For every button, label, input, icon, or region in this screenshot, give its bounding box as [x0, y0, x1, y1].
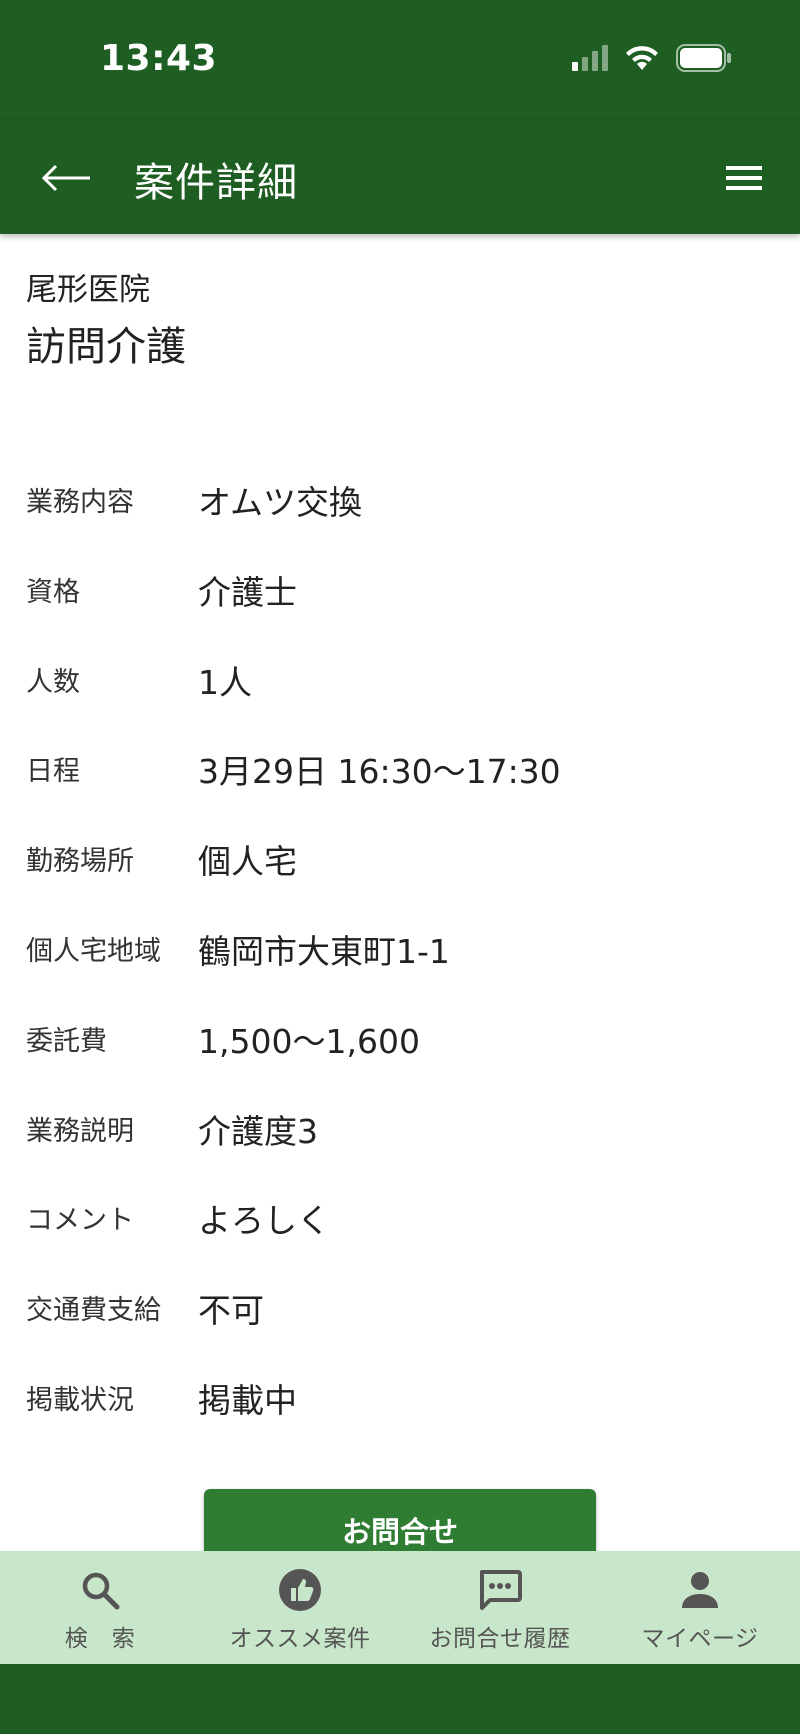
detail-label: 委託費	[26, 1025, 107, 1057]
detail-value: 介護士	[198, 572, 297, 612]
detail-row-description: 業務説明 介護度3	[0, 1085, 800, 1175]
nav-label: お問合せ履歴	[429, 1626, 571, 1652]
detail-row-task: 業務内容 オムツ交換	[0, 456, 800, 546]
search-icon	[80, 1567, 120, 1613]
detail-row-comment: コメント よろしく	[0, 1174, 800, 1264]
page-title: 案件詳細	[134, 160, 298, 206]
facility-name: 尾形医院	[26, 272, 150, 308]
detail-label: 人数	[26, 666, 80, 698]
detail-value: 1,500〜1,600	[198, 1021, 420, 1061]
detail-row-area: 個人宅地域 鶴岡市大東町1-1	[0, 905, 800, 995]
job-title: 訪問介護	[26, 324, 186, 370]
nav-item-mypage[interactable]: マイページ	[600, 1551, 800, 1664]
system-bottom-bar	[0, 1664, 800, 1734]
detail-label: コメント	[26, 1205, 134, 1237]
nav-label: オススメ案件	[229, 1626, 371, 1652]
nav-label: マイページ	[641, 1626, 759, 1652]
detail-row-workplace: 勤務場所 個人宅	[0, 815, 800, 905]
detail-value: 1人	[198, 662, 252, 702]
signal-icon	[572, 45, 608, 75]
arrow-left-icon	[41, 164, 90, 192]
nav-item-recommended[interactable]: オススメ案件	[200, 1551, 400, 1664]
detail-row-headcount: 人数 1人	[0, 636, 800, 726]
detail-value: オムツ交換	[198, 483, 363, 522]
detail-row-transport: 交通費支給 不可	[0, 1264, 800, 1354]
wifi-icon	[624, 44, 660, 76]
detail-label: 業務説明	[26, 1115, 134, 1147]
detail-row-status: 掲載状況 掲載中	[0, 1354, 800, 1444]
menu-button[interactable]	[714, 148, 774, 208]
detail-row-fee: 委託費 1,500〜1,600	[0, 995, 800, 1085]
battery-icon	[676, 44, 732, 76]
nav-item-search[interactable]: 検 索	[0, 1551, 200, 1664]
detail-label: 勤務場所	[26, 846, 134, 878]
detail-row-schedule: 日程 3月29日 16:30〜17:30	[0, 725, 800, 815]
detail-label: 業務内容	[26, 487, 134, 518]
app-bar: 案件詳細	[0, 120, 800, 234]
detail-value: よろしく	[198, 1201, 330, 1241]
detail-label: 資格	[26, 576, 80, 608]
detail-list: 業務内容 オムツ交換 資格 介護士 人数 1人 日程 3月29日 16:30〜1…	[0, 456, 800, 1444]
person-icon	[680, 1567, 720, 1613]
detail-value: 不可	[198, 1291, 264, 1331]
nav-item-inquiry-history[interactable]: お問合せ履歴	[400, 1551, 600, 1664]
status-time: 13:43	[100, 38, 218, 79]
detail-label: 交通費支給	[26, 1295, 161, 1327]
thumb-up-icon	[278, 1567, 322, 1613]
detail-label: 日程	[26, 756, 80, 788]
hamburger-menu-icon	[726, 166, 762, 190]
detail-value: 鶴岡市大東町1-1	[198, 931, 450, 971]
detail-label: 個人宅地域	[26, 935, 161, 967]
status-icons	[572, 44, 732, 76]
back-button[interactable]	[36, 148, 96, 208]
detail-value: 3月29日 16:30〜17:30	[198, 752, 561, 792]
chat-icon	[478, 1567, 522, 1613]
bottom-nav: 検 索 オススメ案件 お問合せ履歴 マイページ	[0, 1551, 800, 1664]
nav-label: 検 索	[64, 1626, 136, 1652]
detail-value: 掲載中	[198, 1380, 297, 1420]
detail-value: 介護度3	[198, 1111, 318, 1151]
status-bar: 13:43	[0, 0, 800, 120]
detail-row-qualification: 資格 介護士	[0, 546, 800, 636]
detail-value: 個人宅	[198, 842, 297, 882]
detail-label: 掲載状況	[26, 1384, 134, 1416]
